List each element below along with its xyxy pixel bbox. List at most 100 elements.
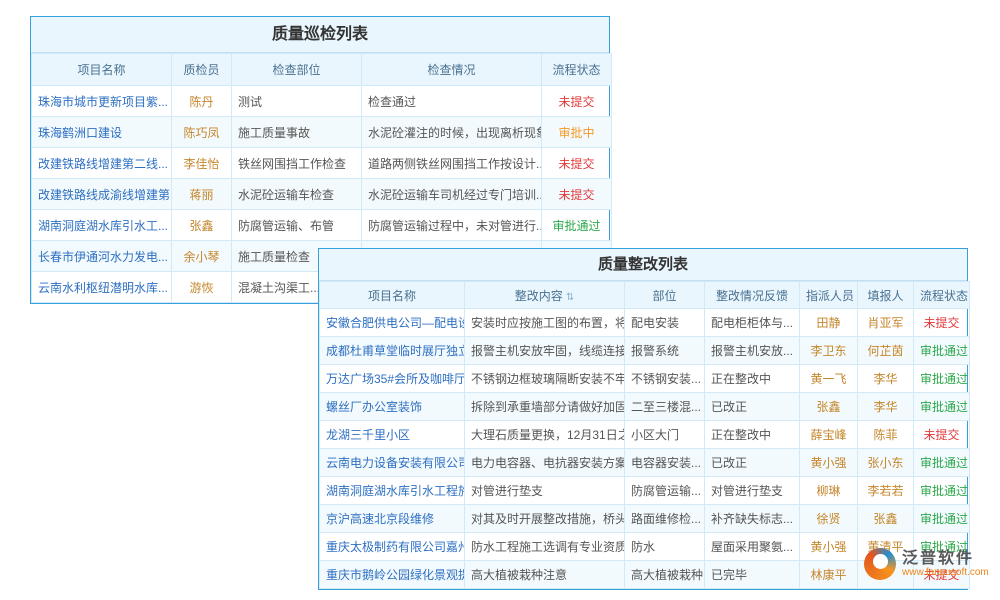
fanpu-logo[interactable]: 泛普软件 www.fanpusoft.com: [864, 548, 989, 580]
cell-person[interactable]: 陈丹: [172, 86, 232, 117]
cell-project[interactable]: 湖南洞庭湖水库引水工...: [32, 210, 172, 241]
table-row: 万达广场35#会所及咖啡厅空...不锈钢边框玻璃隔断安装不牢...不锈钢安装..…: [320, 365, 970, 393]
cell-person[interactable]: 张鑫: [172, 210, 232, 241]
inspection-table-title: 质量巡检列表: [31, 17, 609, 53]
cell-text: 水泥砼灌注的时候，出现离析现象: [362, 117, 542, 148]
cell-text: 二至三楼混...: [625, 393, 705, 421]
cell-person[interactable]: 肖亚军: [858, 309, 914, 337]
table-row: 龙湖三千里小区大理石质量更换，12月31日之...小区大门正在整改中薛宝峰陈菲未…: [320, 421, 970, 449]
cell-text: 高大植被栽种: [625, 561, 705, 589]
cell-person[interactable]: 李若若: [858, 477, 914, 505]
column-header[interactable]: 流程状态: [914, 282, 970, 309]
cell-text: 报警主机安放牢固，线缆连接...: [465, 337, 625, 365]
sort-icon[interactable]: ⇅: [566, 292, 574, 303]
cell-status: 未提交: [542, 179, 612, 210]
cell-project[interactable]: 云南水利枢纽潜明水库...: [32, 272, 172, 303]
cell-project[interactable]: 长春市伊通河水力发电...: [32, 241, 172, 272]
column-header[interactable]: 检查部位: [232, 54, 362, 86]
cell-project[interactable]: 成都杜甫草堂临时展厅独立展...: [320, 337, 465, 365]
table-row: 安徽合肥供电公司—配电设备...安装时应按施工图的布置，将...配电安装配电柜柜…: [320, 309, 970, 337]
cell-text: 报警系统: [625, 337, 705, 365]
cell-text: 拆除到承重墙部分请做好加固...: [465, 393, 625, 421]
column-header[interactable]: 项目名称: [320, 282, 465, 309]
cell-text: 已改正: [705, 449, 800, 477]
cell-person[interactable]: 游恢: [172, 272, 232, 303]
cell-text: 屋面采用聚氨...: [705, 533, 800, 561]
cell-person[interactable]: 柳琳: [800, 477, 858, 505]
cell-person[interactable]: 李佳怡: [172, 148, 232, 179]
cell-project[interactable]: 万达广场35#会所及咖啡厅空...: [320, 365, 465, 393]
cell-person[interactable]: 薛宝峰: [800, 421, 858, 449]
column-header[interactable]: 流程状态: [542, 54, 612, 86]
cell-status: 审批通过: [914, 393, 970, 421]
cell-person[interactable]: 黄小强: [800, 449, 858, 477]
cell-person[interactable]: 张小东: [858, 449, 914, 477]
cell-project[interactable]: 龙湖三千里小区: [320, 421, 465, 449]
cell-project[interactable]: 重庆市鹅岭公园绿化景观提升...: [320, 561, 465, 589]
cell-text: 施工质量事故: [232, 117, 362, 148]
cell-project[interactable]: 京沪高速北京段维修: [320, 505, 465, 533]
cell-text: 补齐缺失标志...: [705, 505, 800, 533]
cell-status: 审批通过: [542, 210, 612, 241]
cell-person[interactable]: 李华: [858, 393, 914, 421]
cell-text: 高大植被栽种注意: [465, 561, 625, 589]
cell-person[interactable]: 蒋丽: [172, 179, 232, 210]
cell-person[interactable]: 黄小强: [800, 533, 858, 561]
cell-person[interactable]: 陈菲: [858, 421, 914, 449]
cell-text: 水泥砼运输车司机经过专门培训...: [362, 179, 542, 210]
cell-status: 审批中: [542, 117, 612, 148]
table-row: 改建铁路线增建第二线...李佳怡铁丝网围挡工作检查道路两侧铁丝网围挡工作按设计.…: [32, 148, 612, 179]
cell-project[interactable]: 改建铁路线成渝线增建第...: [32, 179, 172, 210]
column-header[interactable]: 整改内容⇅: [465, 282, 625, 309]
cell-person[interactable]: 李华: [858, 365, 914, 393]
cell-person[interactable]: 林康平: [800, 561, 858, 589]
cell-project[interactable]: 珠海鹤洲口建设: [32, 117, 172, 148]
cell-project[interactable]: 重庆太极制药有限公司嘉州中...: [320, 533, 465, 561]
cell-text: 铁丝网围挡工作检查: [232, 148, 362, 179]
cell-text: 对其及时开展整改措施，桥头...: [465, 505, 625, 533]
table-row: 京沪高速北京段维修对其及时开展整改措施，桥头...路面维修检...补齐缺失标志.…: [320, 505, 970, 533]
column-header[interactable]: 检查情况: [362, 54, 542, 86]
cell-project[interactable]: 云南电力设备安装有限公司20...: [320, 449, 465, 477]
column-header[interactable]: 部位: [625, 282, 705, 309]
cell-project[interactable]: 改建铁路线增建第二线...: [32, 148, 172, 179]
cell-text: 防腐管运输过程中，未对管进行...: [362, 210, 542, 241]
cell-person[interactable]: 田静: [800, 309, 858, 337]
cell-text: 正在整改中: [705, 365, 800, 393]
cell-person[interactable]: 张鑫: [800, 393, 858, 421]
cell-person[interactable]: 陈巧凤: [172, 117, 232, 148]
cell-text: 防腐管运输...: [625, 477, 705, 505]
cell-person[interactable]: 徐贤: [800, 505, 858, 533]
cell-text: 防水工程施工选调有专业资质...: [465, 533, 625, 561]
cell-status: 审批通过: [914, 337, 970, 365]
cell-project[interactable]: 螺丝厂办公室装饰: [320, 393, 465, 421]
column-header[interactable]: 指派人员: [800, 282, 858, 309]
table-row: 螺丝厂办公室装饰拆除到承重墙部分请做好加固...二至三楼混...已改正张鑫李华审…: [320, 393, 970, 421]
cell-text: 配电柜柜体与...: [705, 309, 800, 337]
cell-text: 安装时应按施工图的布置，将...: [465, 309, 625, 337]
cell-person[interactable]: 黄一飞: [800, 365, 858, 393]
column-header[interactable]: 整改情况反馈: [705, 282, 800, 309]
rectify-table-grid: 项目名称整改内容⇅部位整改情况反馈指派人员填报人流程状态 安徽合肥供电公司—配电…: [319, 281, 970, 589]
cell-text: 路面维修检...: [625, 505, 705, 533]
column-header[interactable]: 填报人: [858, 282, 914, 309]
cell-person[interactable]: 余小琴: [172, 241, 232, 272]
table-row: 改建铁路线成渝线增建第...蒋丽水泥砼运输车检查水泥砼运输车司机经过专门培训..…: [32, 179, 612, 210]
cell-person[interactable]: 李卫东: [800, 337, 858, 365]
cell-status: 未提交: [542, 148, 612, 179]
cell-text: 电力电容器、电抗器安装方案...: [465, 449, 625, 477]
rectify-table-title: 质量整改列表: [319, 249, 967, 281]
cell-text: 测试: [232, 86, 362, 117]
fanpu-logo-text: 泛普软件 www.fanpusoft.com: [902, 550, 989, 579]
cell-text: 不锈钢安装...: [625, 365, 705, 393]
cell-person[interactable]: 张鑫: [858, 505, 914, 533]
cell-project[interactable]: 安徽合肥供电公司—配电设备...: [320, 309, 465, 337]
cell-status: 审批通过: [914, 365, 970, 393]
cell-status: 审批通过: [914, 477, 970, 505]
cell-project[interactable]: 湖南洞庭湖水库引水工程施工队: [320, 477, 465, 505]
column-header[interactable]: 质检员: [172, 54, 232, 86]
column-header[interactable]: 项目名称: [32, 54, 172, 86]
cell-text: 正在整改中: [705, 421, 800, 449]
cell-person[interactable]: 何芷茵: [858, 337, 914, 365]
cell-project[interactable]: 珠海市城市更新项目紫...: [32, 86, 172, 117]
